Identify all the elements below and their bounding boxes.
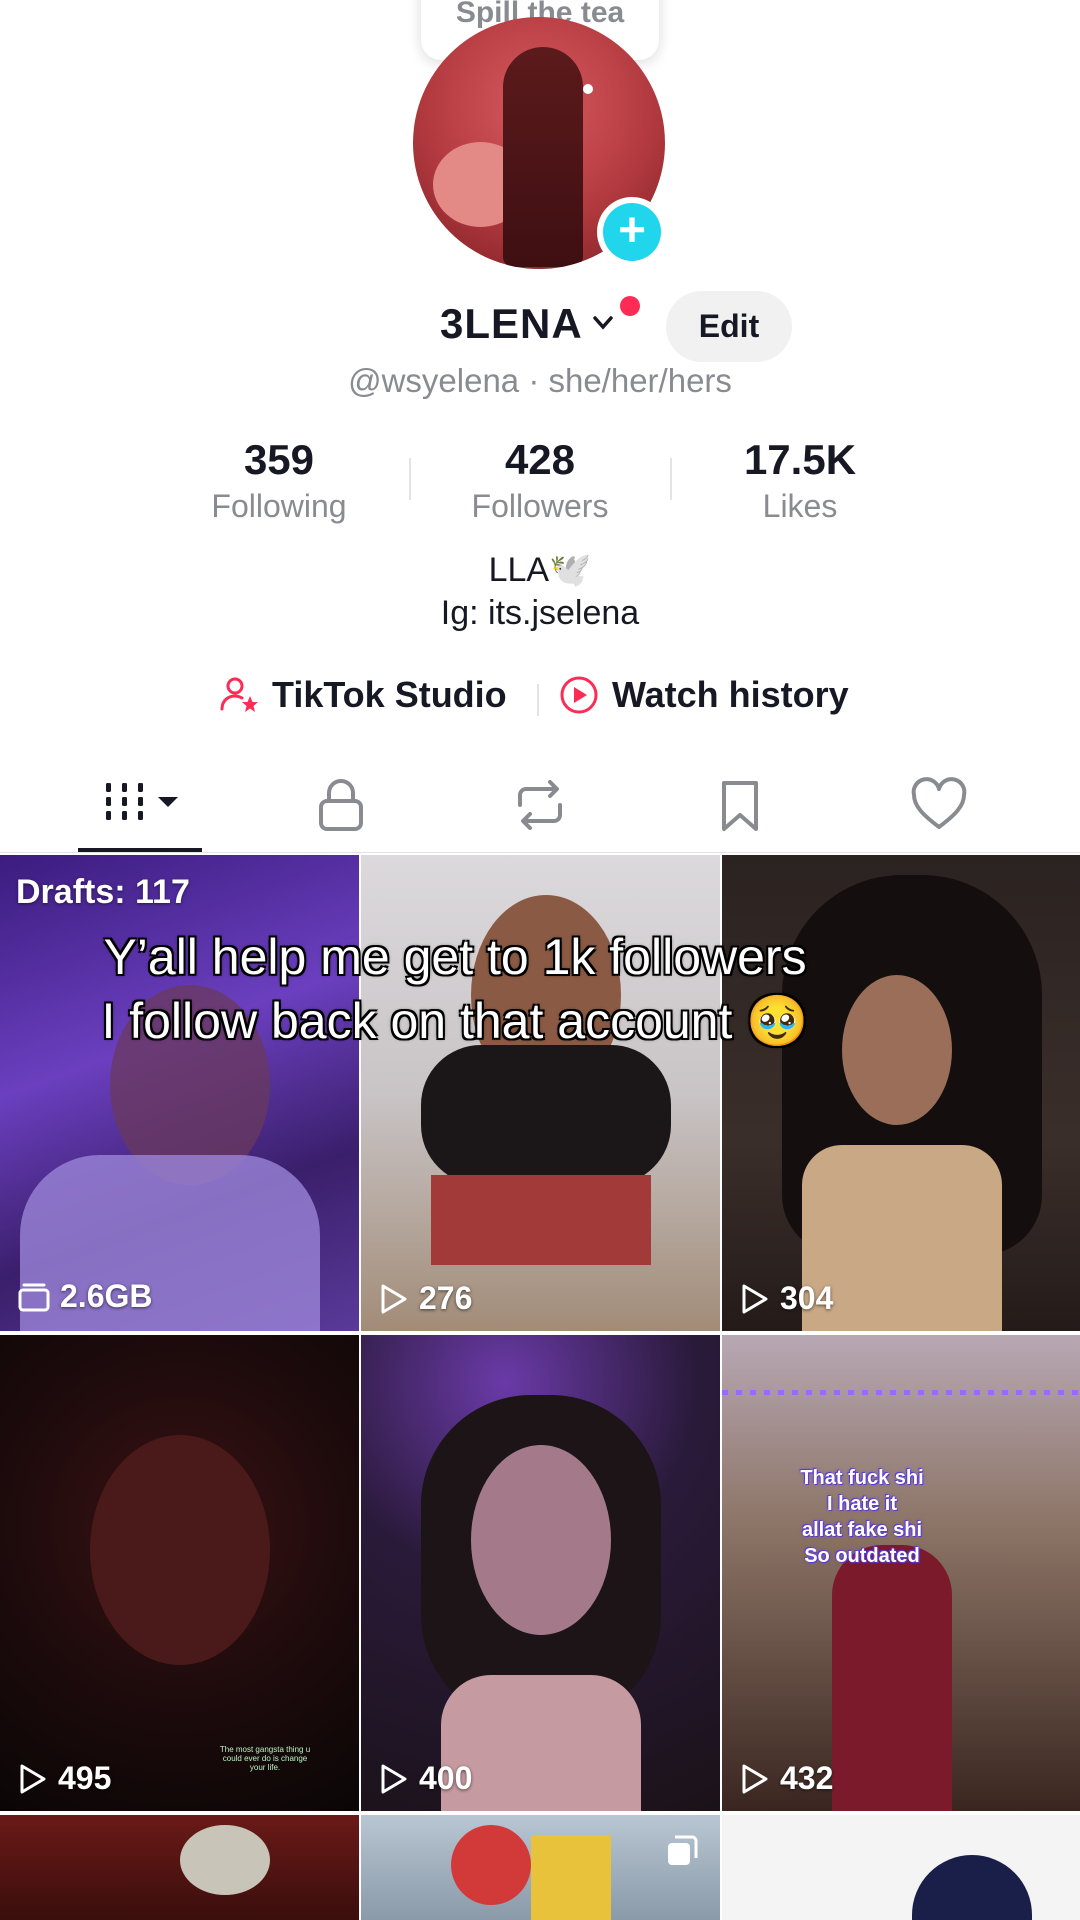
watch-history-label: Watch history [612,674,849,715]
stat-likes[interactable]: 17.5K Likes [700,436,900,525]
tab-divider [0,852,1080,853]
thumb-face [471,1445,611,1635]
drafts-label: Drafts: 117 [16,873,190,911]
view-count: 400 [379,1760,472,1797]
likes-count: 17.5K [743,436,857,483]
stat-divider [409,458,411,500]
stat-followers[interactable]: 428 Followers [440,436,640,525]
likes-label: Likes [762,488,838,524]
tooltip-pointer-dot [583,84,593,94]
lock-icon[interactable] [311,775,371,835]
video-tile[interactable] [0,1815,359,1920]
followers-label: Followers [471,488,609,524]
thumb-face [90,1435,270,1665]
view-count: 304 [740,1280,833,1317]
person-star-icon [220,677,258,712]
drafts-size: 2.6GB [18,1278,152,1315]
view-count: 276 [379,1280,472,1317]
thumb-lights [722,1390,1080,1395]
display-name[interactable]: 3LENA [440,300,583,348]
avatar-figure [503,47,583,267]
view-count-text: 495 [58,1760,112,1796]
thumb-skirt [431,1175,651,1265]
plus-icon: + [603,203,661,261]
pinned-video-caption: Y’all help me get to 1k followers I foll… [101,929,809,1049]
chevron-down-icon[interactable] [592,312,614,334]
tile-caption: That fuck shi I hate it allat fake shi S… [800,1467,924,1567]
thumb-santa [451,1825,531,1905]
storage-icon [18,1283,50,1311]
repost-icon[interactable] [510,775,570,835]
play-icon [381,1764,407,1793]
tiktok-studio-link[interactable]: TikTok Studio [218,674,507,716]
link-divider [537,684,539,716]
drafts-size-text: 2.6GB [60,1278,153,1314]
stat-following[interactable]: 359 Following [179,436,379,525]
stat-divider [670,458,672,500]
play-icon [742,1284,768,1313]
add-story-button[interactable]: + [597,197,667,267]
thumb-hair [912,1855,1032,1920]
video-tile[interactable]: 400 [361,1335,720,1811]
followers-count: 428 [504,436,576,483]
thumb-figure [832,1545,952,1811]
play-icon [20,1764,46,1793]
view-count-text: 400 [419,1760,473,1796]
thumb-poster [180,1825,270,1895]
bio-line-2[interactable]: Ig: its.jselena [0,594,1080,633]
multi-photo-icon [668,1835,698,1865]
video-tile[interactable] [722,1815,1080,1920]
view-count-text: 276 [419,1280,473,1316]
video-tile[interactable] [361,1815,720,1920]
video-tile[interactable]: That fuck shi I hate it allat fake shi S… [722,1335,1080,1811]
tiktok-studio-label: TikTok Studio [272,674,507,715]
view-count: 495 [18,1760,111,1797]
thumb-top [421,1045,671,1185]
play-icon [742,1764,768,1793]
edit-profile-button[interactable]: Edit [666,291,792,362]
heart-icon[interactable] [909,775,969,835]
bookmark-icon[interactable] [710,775,770,835]
tile-caption: The most gangsta thing u could ever do i… [219,1745,311,1772]
thumb-decor [531,1835,611,1920]
play-icon [381,1284,407,1313]
video-tile[interactable]: The most gangsta thing u could ever do i… [0,1335,359,1811]
following-count: 359 [243,436,315,483]
play-circle-icon [560,676,598,714]
notification-dot [620,296,640,316]
bio-line-1: LLA🕊️ [488,551,592,589]
view-count: 432 [740,1760,833,1797]
following-label: Following [211,488,347,524]
watch-history-link[interactable]: Watch history [558,674,849,716]
videos-grid-icon[interactable] [100,775,184,835]
view-count-text: 432 [780,1760,834,1796]
view-count-text: 304 [780,1280,834,1316]
thumb-face [842,975,952,1125]
username-pronouns: @wsyelena · she/her/hers [348,362,732,399]
